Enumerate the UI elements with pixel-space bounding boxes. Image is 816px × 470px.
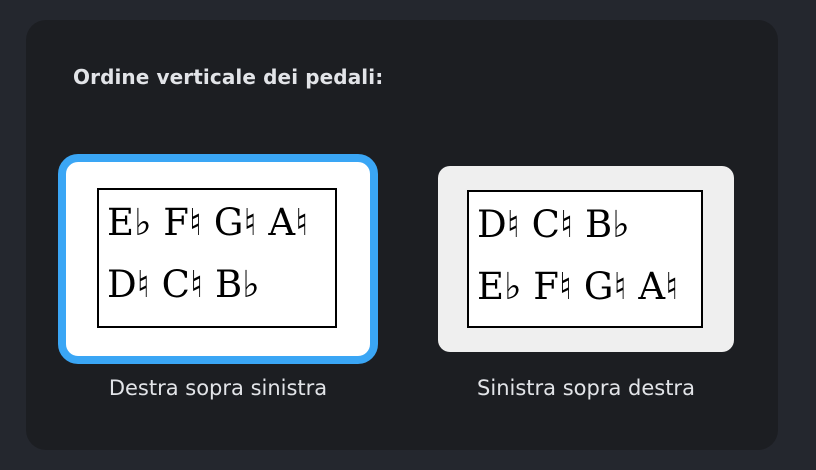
pedal-row-bottom: D♮ C♮ B♭ <box>107 263 260 306</box>
pedal-row-top: E♭ F♮ G♮ A♮ <box>107 201 309 244</box>
pedal-row-top: D♮ C♮ B♭ <box>477 203 630 246</box>
pedal-diagram: E♭ F♮ G♮ A♮ D♮ C♮ B♭ <box>97 188 337 328</box>
option-card[interactable]: D♮ C♮ B♭ E♭ F♮ G♮ A♮ <box>438 166 734 352</box>
option-right-above-left[interactable]: E♭ F♮ G♮ A♮ D♮ C♮ B♭ Destra sopra sinist… <box>58 154 378 414</box>
section-title: Ordine verticale dei pedali: <box>73 65 384 89</box>
pedal-order-panel: Ordine verticale dei pedali: E♭ F♮ G♮ A♮… <box>26 20 778 450</box>
option-caption: Destra sopra sinistra <box>108 376 328 400</box>
option-card-selected[interactable]: E♭ F♮ G♮ A♮ D♮ C♮ B♭ <box>58 154 378 364</box>
pedal-row-bottom: E♭ F♮ G♮ A♮ <box>477 265 679 308</box>
option-left-above-right[interactable]: D♮ C♮ B♭ E♭ F♮ G♮ A♮ Sinistra sopra dest… <box>438 166 734 414</box>
option-caption: Sinistra sopra destra <box>477 376 695 400</box>
pedal-diagram: D♮ C♮ B♭ E♭ F♮ G♮ A♮ <box>467 190 703 328</box>
